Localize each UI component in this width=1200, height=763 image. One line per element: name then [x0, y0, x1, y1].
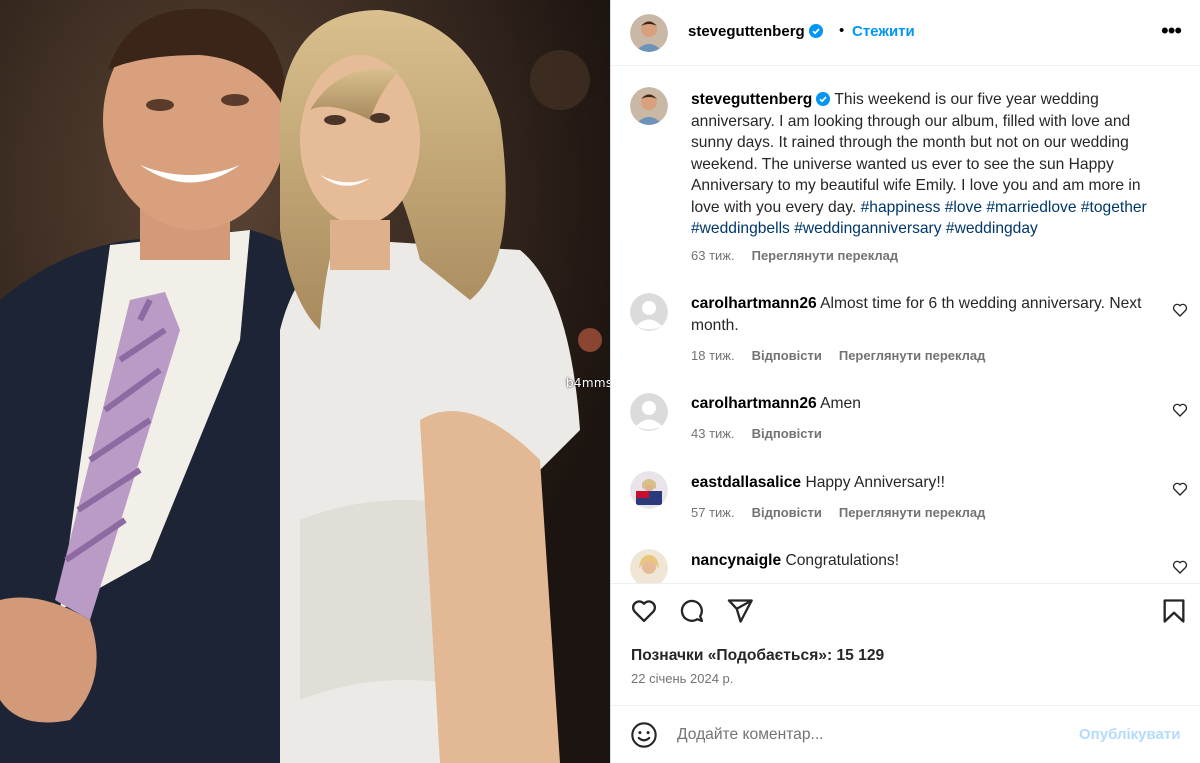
hashtag-link[interactable]: #happiness [861, 199, 941, 216]
verified-badge-icon [808, 24, 823, 38]
follow-button[interactable]: Стежити [852, 23, 915, 40]
see-translation-link[interactable]: Переглянути переклад [752, 248, 899, 263]
hashtag-link[interactable]: #weddingday [946, 220, 1038, 237]
verified-badge-icon [816, 92, 831, 106]
photo-watermark: b4mms [566, 376, 610, 390]
hashtag-link[interactable]: #weddingbells [691, 220, 790, 237]
more-options-icon[interactable]: ••• [1161, 20, 1182, 42]
comment-meta: 57 тиж. Відповісти Переглянути переклад [691, 505, 1002, 520]
comment-meta: 18 тиж. Відповісти Переглянути переклад [691, 348, 1002, 363]
comment-like-heart-icon[interactable] [1172, 559, 1188, 575]
post-header: steveguttenberg • Стежити ••• [611, 0, 1200, 66]
commenter-avatar[interactable] [630, 293, 668, 331]
commenter-avatar[interactable] [630, 393, 668, 431]
comment-time[interactable]: 43 тиж. [691, 426, 735, 441]
hashtag-link[interactable]: #together [1081, 199, 1147, 216]
comment-time[interactable]: 57 тиж. [691, 505, 735, 520]
comment-item: carolhartmann26 Amen [691, 393, 1161, 415]
reply-link[interactable]: Відповісти [752, 426, 822, 441]
commenter-avatar[interactable] [630, 549, 668, 583]
header-separator: • [839, 22, 845, 39]
comment-body: Amen [820, 395, 861, 412]
hashtag-link[interactable]: #marriedlove [986, 199, 1076, 216]
comment-bubble-icon[interactable] [678, 597, 706, 625]
commenter-avatar[interactable] [630, 471, 668, 509]
reply-link[interactable]: Відповісти [752, 505, 822, 520]
comment-meta: 43 тиж. Відповісти [691, 426, 839, 441]
post-photo[interactable]: b4mms [0, 0, 610, 763]
hashtag-link[interactable]: #weddinganniversary [794, 220, 941, 237]
caption-time[interactable]: 63 тиж. [691, 248, 735, 263]
caption-meta: 63 тиж. Переглянути переклад [691, 248, 915, 263]
comment-time[interactable]: 18 тиж. [691, 348, 735, 363]
actions-divider [611, 583, 1200, 584]
reply-link[interactable]: Відповісти [752, 348, 822, 363]
wedding-couple-photo [0, 0, 610, 763]
add-comment-divider [611, 705, 1200, 706]
comment-item: carolhartmann26 Almost time for 6 th wed… [691, 293, 1161, 337]
bookmark-icon[interactable] [1160, 597, 1188, 625]
comment-item: nancynaigle Congratulations! [691, 550, 1161, 572]
comment-item: eastdallasalice Happy Anniversary!! [691, 472, 1161, 494]
add-comment-input[interactable] [677, 722, 1057, 748]
author-username-text[interactable]: steveguttenberg [688, 23, 805, 40]
see-translation-link[interactable]: Переглянути переклад [839, 348, 986, 363]
likes-count[interactable]: Позначки «Подобається»: 15 129 [631, 647, 884, 665]
caption-author-avatar[interactable] [630, 87, 668, 125]
post-date[interactable]: 22 січень 2024 р. [631, 671, 733, 686]
author-avatar[interactable] [630, 14, 668, 52]
caption-username[interactable]: steveguttenberg [691, 91, 812, 108]
comment-like-heart-icon[interactable] [1172, 302, 1188, 318]
comment-like-heart-icon[interactable] [1172, 402, 1188, 418]
heart-icon[interactable] [630, 597, 658, 625]
post-details-panel: steveguttenberg • Стежити ••• stevegutte… [611, 0, 1200, 763]
comment-username[interactable]: nancynaigle [691, 552, 781, 569]
post-caption: steveguttenberg This weekend is our five… [691, 89, 1171, 240]
comment-username[interactable]: carolhartmann26 [691, 395, 817, 412]
caption-text: This weekend is our five year wedding an… [691, 91, 1141, 216]
comment-body: Happy Anniversary!! [805, 474, 945, 491]
comment-username[interactable]: carolhartmann26 [691, 295, 817, 312]
hashtag-link[interactable]: #love [945, 199, 982, 216]
comment-body: Congratulations! [785, 552, 900, 569]
publish-button[interactable]: Опублікувати [1079, 726, 1180, 743]
comment-username[interactable]: eastdallasalice [691, 474, 801, 491]
smiley-icon[interactable] [630, 721, 658, 749]
comment-like-heart-icon[interactable] [1172, 481, 1188, 497]
paper-plane-icon[interactable] [726, 597, 754, 625]
see-translation-link[interactable]: Переглянути переклад [839, 505, 986, 520]
author-username[interactable]: steveguttenberg [688, 23, 823, 40]
